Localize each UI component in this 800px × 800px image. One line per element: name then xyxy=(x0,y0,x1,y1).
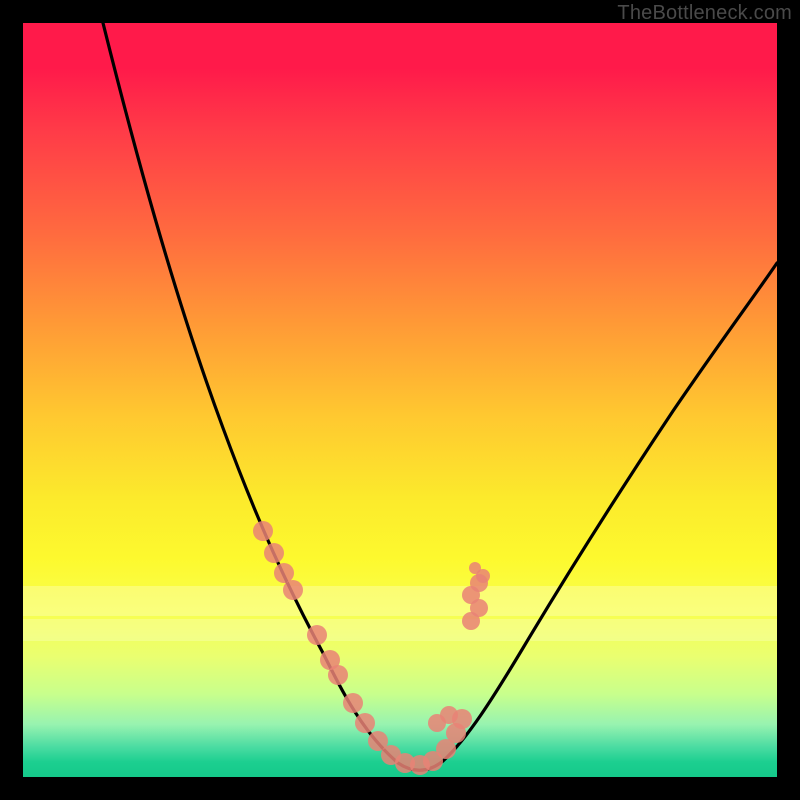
chart-stage: TheBottleneck.com xyxy=(0,0,800,800)
markers-valley xyxy=(343,693,472,775)
chart-curve-layer xyxy=(23,23,777,777)
watermark-text: TheBottleneck.com xyxy=(617,2,792,25)
curve-path xyxy=(103,23,777,770)
markers-left xyxy=(253,521,348,685)
markers-right-upper xyxy=(462,562,490,630)
chart-plot-area xyxy=(23,23,777,777)
